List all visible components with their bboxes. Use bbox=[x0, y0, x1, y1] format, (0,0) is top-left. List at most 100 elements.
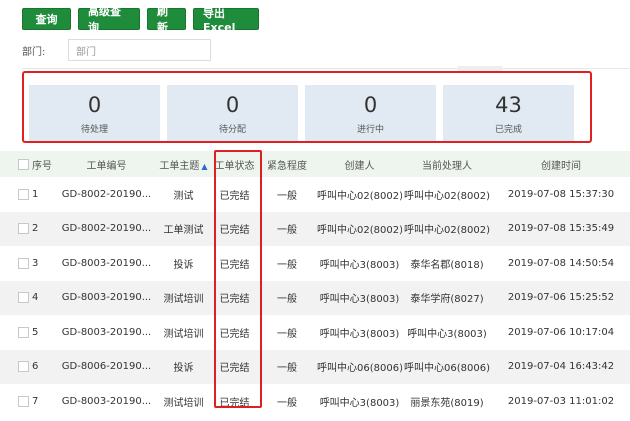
header-urgency[interactable]: 紧急程度 bbox=[257, 157, 317, 172]
table-row[interactable]: 3 GD-8003-20190... 投诉 已完结 一般 呼叫中心3(8003)… bbox=[0, 246, 630, 281]
row-index: 7 bbox=[0, 395, 58, 407]
row-created-time: 2019-07-04 16:43:42 bbox=[507, 361, 615, 373]
row-topic: 测试 bbox=[173, 190, 194, 202]
stat-card-in-progress[interactable]: 0 进行中 bbox=[305, 85, 436, 141]
advanced-query-button[interactable]: 高级查询 bbox=[78, 5, 140, 34]
header-handler[interactable]: 当前处理人 bbox=[402, 157, 492, 172]
refresh-button[interactable]: 刷新 bbox=[147, 5, 186, 34]
stats-highlight-box: 0 待处理 0 待分配 0 进行中 43 已完成 bbox=[22, 71, 592, 143]
row-creator: 呼叫中心02(8002) bbox=[317, 190, 402, 202]
stat-card-unassigned[interactable]: 0 待分配 bbox=[167, 85, 298, 141]
row-checkbox[interactable] bbox=[18, 326, 29, 338]
stat-card-completed[interactable]: 43 已完成 bbox=[443, 85, 574, 141]
sort-caret-icon[interactable]: ▲︎ bbox=[201, 162, 207, 171]
row-index-value: 6 bbox=[32, 361, 39, 373]
toolbar: 查询 高级查询 刷新 导出Excel bbox=[22, 5, 259, 34]
stat-value: 43 bbox=[495, 93, 522, 117]
row-creator: 呼叫中心06(8006) bbox=[317, 363, 402, 375]
row-creator: 呼叫中心3(8003) bbox=[319, 259, 400, 271]
row-index: 2 bbox=[0, 223, 58, 235]
export-excel-button[interactable]: 导出Excel bbox=[193, 7, 259, 34]
stat-value: 0 bbox=[225, 93, 240, 117]
row-topic: 测试培训 bbox=[163, 397, 204, 409]
row-index: 3 bbox=[0, 257, 58, 269]
stat-card-pending[interactable]: 0 待处理 bbox=[29, 85, 160, 141]
row-urgency: 一般 bbox=[277, 397, 297, 409]
row-topic: 投诉 bbox=[173, 259, 194, 271]
query-button[interactable]: 查询 bbox=[22, 8, 71, 30]
row-index-value: 1 bbox=[32, 188, 39, 200]
status-column-highlight-box bbox=[214, 150, 262, 408]
row-index-value: 4 bbox=[32, 292, 39, 304]
row-checkbox[interactable] bbox=[18, 188, 29, 200]
row-urgency: 一般 bbox=[277, 328, 297, 340]
row-code: GD-8003-20190... bbox=[61, 395, 152, 407]
row-code: GD-8002-20190... bbox=[61, 223, 152, 235]
row-index: 6 bbox=[0, 361, 58, 373]
table-header: 序号 工单编号 工单主题 ▲︎ 工单状态 紧急程度 创建人 当前处理人 创建时间 bbox=[0, 151, 630, 177]
row-handler: 呼叫中心06(8006) bbox=[404, 363, 490, 375]
row-checkbox[interactable] bbox=[18, 292, 29, 304]
row-handler: 泰华学府(8027) bbox=[410, 294, 484, 306]
row-created-time: 2019-07-08 15:35:49 bbox=[507, 223, 615, 235]
select-all-checkbox[interactable] bbox=[18, 158, 29, 170]
header-topic[interactable]: 工单主题 ▲︎ bbox=[155, 157, 212, 172]
row-checkbox[interactable] bbox=[18, 395, 29, 407]
row-created-time: 2019-07-08 15:37:30 bbox=[507, 188, 615, 200]
row-creator: 呼叫中心3(8003) bbox=[319, 397, 400, 409]
header-topic-label: 工单主题 bbox=[159, 160, 200, 172]
row-urgency: 一般 bbox=[277, 190, 297, 202]
table-row[interactable]: 4 GD-8003-20190... 测试培训 已完结 一般 呼叫中心3(800… bbox=[0, 280, 630, 315]
department-label: 部门: bbox=[22, 46, 46, 58]
row-created-time: 2019-07-03 11:01:02 bbox=[507, 395, 615, 407]
row-created-time: 2019-07-06 15:25:52 bbox=[507, 292, 615, 304]
filter-bar: 部门: 部门 bbox=[22, 39, 211, 61]
row-urgency: 一般 bbox=[277, 225, 297, 237]
row-code: GD-8003-20190... bbox=[61, 257, 152, 269]
row-urgency: 一般 bbox=[277, 363, 297, 375]
header-creator[interactable]: 创建人 bbox=[317, 157, 402, 172]
table-row[interactable]: 6 GD-8006-20190... 投诉 已完结 一般 呼叫中心06(8006… bbox=[0, 349, 630, 384]
work-order-table: 序号 工单编号 工单主题 ▲︎ 工单状态 紧急程度 创建人 当前处理人 创建时间 … bbox=[0, 151, 630, 419]
table-row[interactable]: 7 GD-8003-20190... 测试培训 已完结 一般 呼叫中心3(800… bbox=[0, 384, 630, 419]
header-index-label: 序号 bbox=[32, 160, 52, 172]
row-handler: 泰华名郡(8018) bbox=[410, 259, 484, 271]
row-handler: 呼叫中心02(8002) bbox=[404, 190, 490, 202]
row-creator: 呼叫中心02(8002) bbox=[317, 225, 402, 237]
row-created-time: 2019-07-08 14:50:54 bbox=[507, 257, 615, 269]
row-code: GD-8003-20190... bbox=[61, 292, 152, 304]
row-index: 5 bbox=[0, 326, 58, 338]
row-checkbox[interactable] bbox=[18, 361, 29, 373]
row-topic: 工单测试 bbox=[163, 225, 204, 237]
row-topic: 测试培训 bbox=[163, 328, 204, 340]
row-handler: 丽景东苑(8019) bbox=[410, 397, 484, 409]
row-creator: 呼叫中心3(8003) bbox=[319, 294, 400, 306]
row-topic: 测试培训 bbox=[163, 294, 204, 306]
header-code[interactable]: 工单编号 bbox=[58, 157, 155, 172]
row-handler: 呼叫中心3(8003) bbox=[407, 328, 487, 340]
row-code: GD-8006-20190... bbox=[61, 361, 152, 373]
row-index: 4 bbox=[0, 292, 58, 304]
table-row[interactable]: 5 GD-8003-20190... 测试培训 已完结 一般 呼叫中心3(800… bbox=[0, 315, 630, 350]
stat-label: 进行中 bbox=[356, 125, 384, 135]
divider bbox=[22, 68, 630, 69]
row-urgency: 一般 bbox=[277, 294, 297, 306]
row-created-time: 2019-07-06 10:17:04 bbox=[507, 326, 615, 338]
header-index: 序号 bbox=[0, 157, 58, 172]
stat-label: 待分配 bbox=[218, 125, 246, 135]
row-checkbox[interactable] bbox=[18, 257, 29, 269]
row-index-value: 7 bbox=[32, 395, 39, 407]
row-creator: 呼叫中心3(8003) bbox=[319, 328, 400, 340]
department-input[interactable]: 部门 bbox=[68, 39, 211, 61]
stat-value: 0 bbox=[363, 93, 378, 117]
row-code: GD-8002-20190... bbox=[61, 188, 152, 200]
stat-label: 已完成 bbox=[494, 125, 522, 135]
row-handler: 呼叫中心02(8002) bbox=[404, 225, 490, 237]
row-checkbox[interactable] bbox=[18, 223, 29, 235]
table-row[interactable]: 1 GD-8002-20190... 测试 已完结 一般 呼叫中心02(8002… bbox=[0, 177, 630, 212]
row-index-value: 5 bbox=[32, 326, 39, 338]
stat-value: 0 bbox=[87, 93, 102, 117]
header-created-time[interactable]: 创建时间 bbox=[492, 157, 630, 172]
table-row[interactable]: 2 GD-8002-20190... 工单测试 已完结 一般 呼叫中心02(80… bbox=[0, 211, 630, 246]
row-urgency: 一般 bbox=[277, 259, 297, 271]
